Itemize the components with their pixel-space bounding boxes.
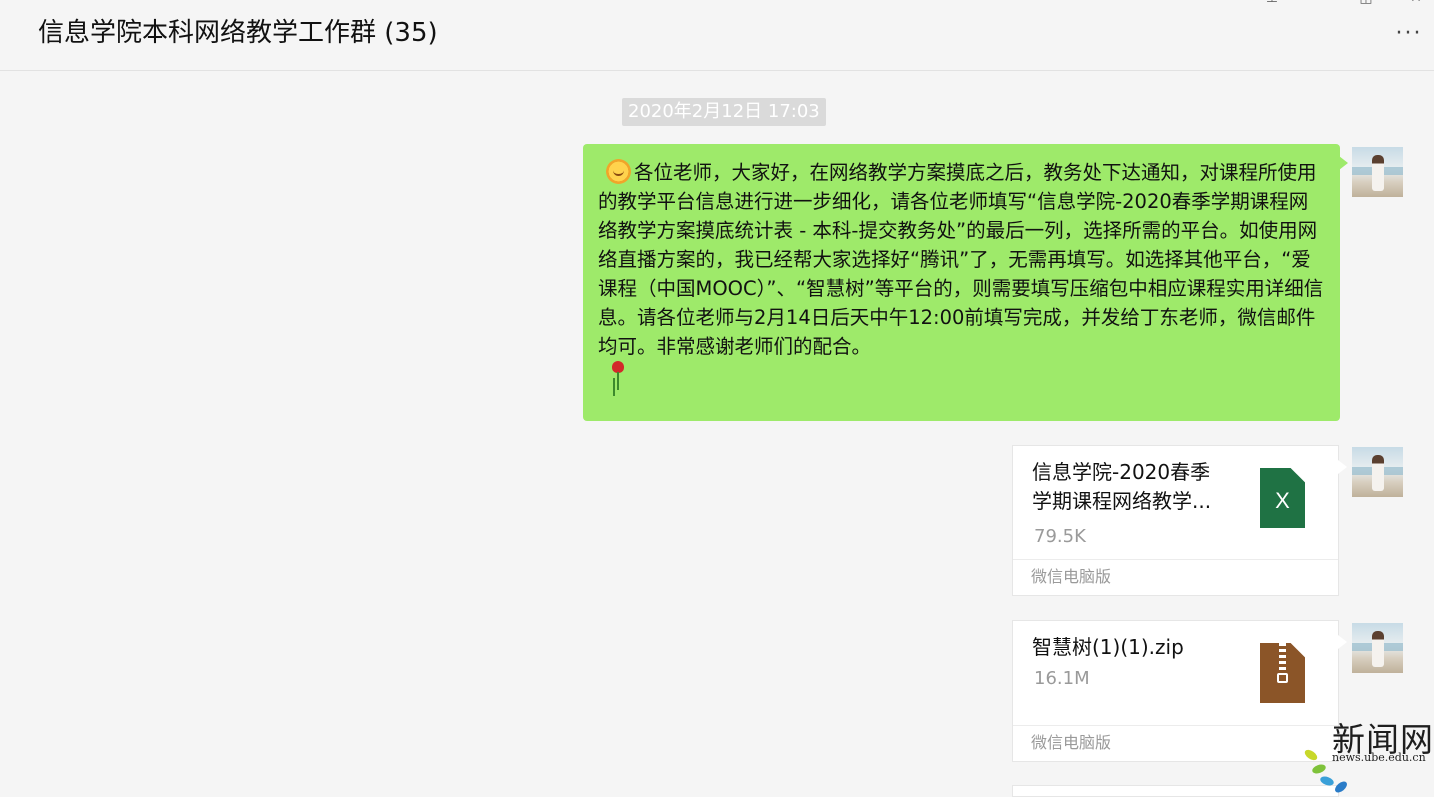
- site-watermark: 新闻网 news.ube.edu.cn: [1300, 713, 1434, 795]
- file-source: 微信电脑版: [1013, 559, 1338, 595]
- close-icon[interactable]: ✕: [1406, 0, 1426, 8]
- sun-emoji-icon: [606, 159, 631, 184]
- message-timestamp: 2020年2月12日 17:03: [622, 98, 826, 126]
- more-options-button[interactable]: ···: [1394, 23, 1424, 45]
- file-size: 16.1M: [1034, 668, 1090, 689]
- chat-header: 信息学院本科网络教学工作群 (35) ⊥ – ◫ ✕ ···: [0, 0, 1434, 71]
- file-message-card[interactable]: 智慧树(1)(1).zip 16.1M 微信电脑版: [1012, 620, 1347, 762]
- text-message-bubble[interactable]: 各位老师，大家好，在网络教学方案摸底之后，教务处下达通知，对课程所使用的教学平台…: [583, 144, 1348, 421]
- file-source: 微信电脑版: [1013, 725, 1338, 761]
- message-body: 各位老师，大家好，在网络教学方案摸底之后，教务处下达通知，对课程所使用的教学平台…: [598, 161, 1324, 358]
- avatar[interactable]: [1352, 147, 1403, 197]
- message-text: 各位老师，大家好，在网络教学方案摸底之后，教务处下达通知，对课程所使用的教学平台…: [598, 158, 1324, 393]
- minimize-icon[interactable]: –: [1310, 0, 1330, 8]
- rose-emoji-icon: [608, 361, 628, 393]
- chat-title: 信息学院本科网络教学工作群 (35): [38, 18, 438, 48]
- maximize-icon[interactable]: ◫: [1356, 0, 1376, 8]
- file-size: 79.5K: [1034, 526, 1086, 547]
- avatar[interactable]: [1352, 447, 1403, 497]
- file-message-card[interactable]: 信息学院-2020春季学期课程网络教学... 79.5K X 微信电脑版: [1012, 445, 1347, 596]
- zip-file-icon: [1260, 643, 1305, 703]
- pin-icon[interactable]: ⊥: [1262, 0, 1282, 8]
- file-name: 信息学院-2020春季学期课程网络教学...: [1032, 460, 1212, 513]
- next-message-card[interactable]: [1012, 785, 1339, 797]
- excel-file-icon: X: [1260, 468, 1305, 528]
- avatar[interactable]: [1352, 623, 1403, 673]
- watermark-url: news.ube.edu.cn: [1332, 751, 1426, 764]
- file-name: 智慧树(1)(1).zip: [1032, 635, 1184, 659]
